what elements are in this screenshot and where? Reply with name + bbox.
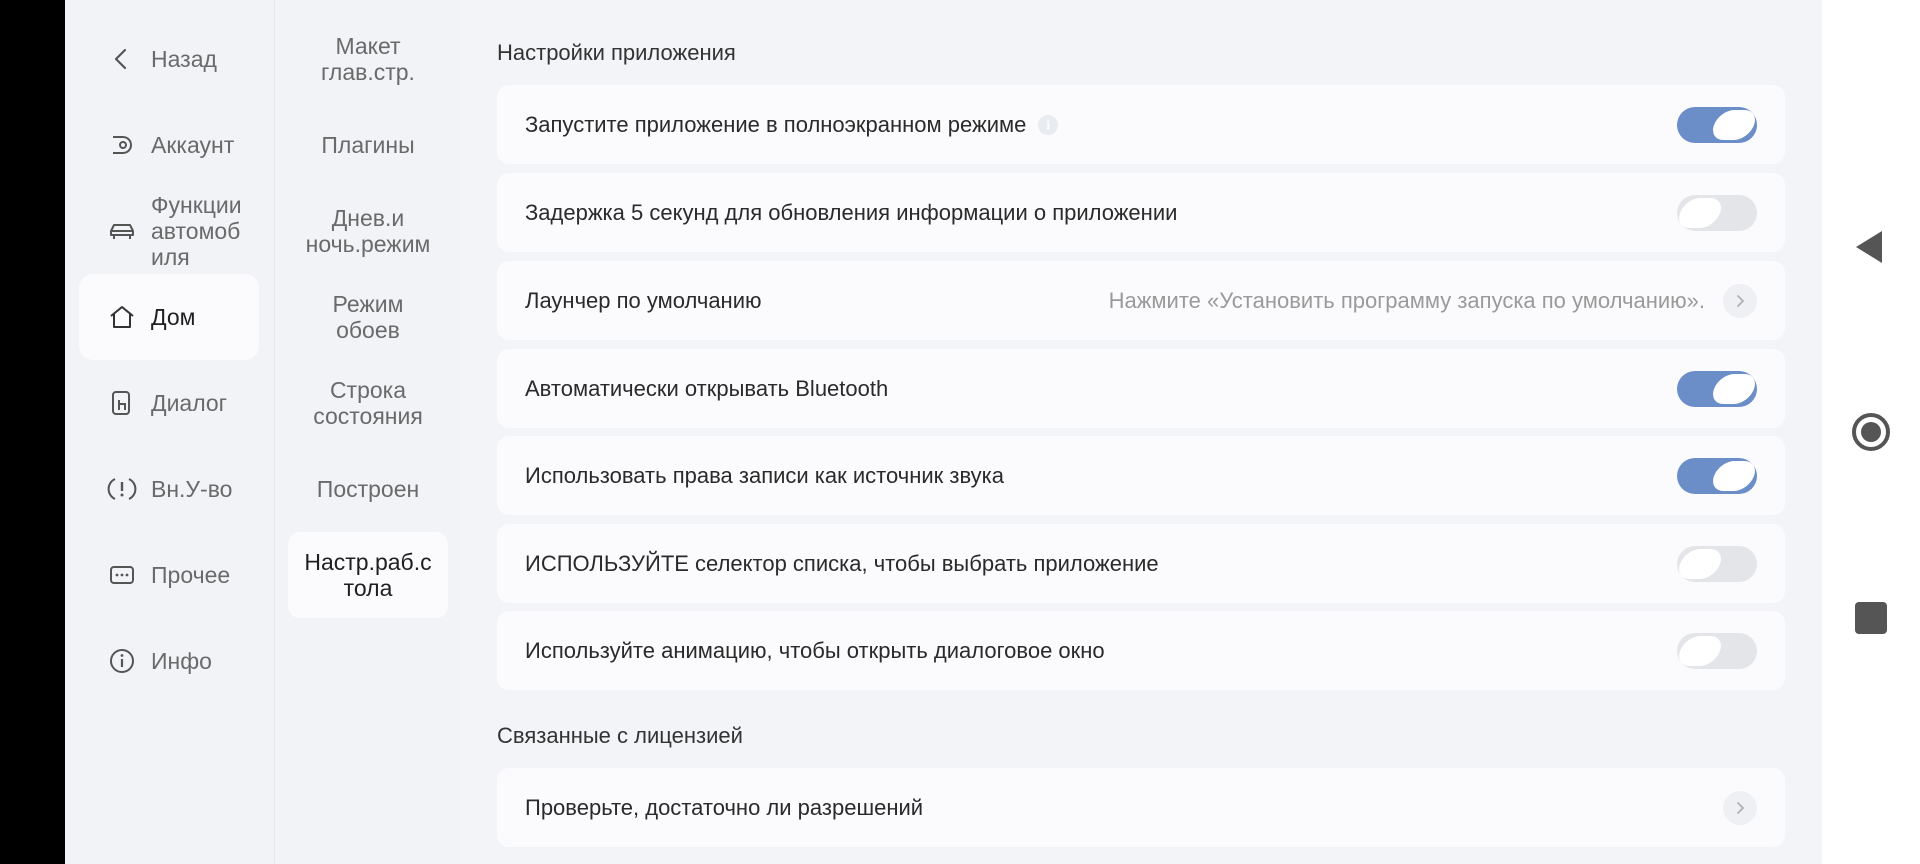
- recents-square-icon[interactable]: [1851, 598, 1891, 643]
- nav-label: Прочее: [151, 562, 231, 588]
- toggle-switch[interactable]: [1674, 194, 1757, 231]
- chevron-right-icon[interactable]: [1723, 790, 1757, 825]
- nav-other[interactable]: Прочее: [79, 532, 259, 618]
- home-circle-icon[interactable]: [1851, 412, 1891, 457]
- subnav-wallpaper[interactable]: Режим обоев: [288, 274, 448, 360]
- nav-label: Дом: [151, 304, 196, 330]
- setting-label: Задержка 5 секунд для обновления информа…: [525, 199, 1178, 225]
- car-icon: [102, 211, 142, 251]
- setting-row-bluetooth[interactable]: Автоматически открывать Bluetooth: [497, 349, 1785, 428]
- back-chevron-icon: [102, 39, 142, 79]
- nav-account[interactable]: Аккаунт: [79, 102, 259, 188]
- nav-dialog[interactable]: Диалог: [79, 360, 259, 446]
- settings-main: Настройки приложения Запустите приложени…: [461, 0, 1822, 864]
- account-icon: [102, 125, 142, 165]
- setting-label: Проверьте, достаточно ли разрешений: [525, 794, 924, 820]
- nav-external-device[interactable]: Вн.У-во: [79, 446, 259, 532]
- nav-car-functions[interactable]: Функции автомоб иля: [79, 188, 259, 274]
- subnav-status-bar[interactable]: Строка состояния: [288, 360, 448, 446]
- chevron-right-icon[interactable]: [1723, 283, 1757, 318]
- setting-label: Автоматически открывать Bluetooth: [525, 375, 889, 401]
- setting-label: Использовать права записи как источник з…: [525, 462, 1005, 488]
- nav-info[interactable]: Инфо: [79, 618, 259, 704]
- toggle-switch[interactable]: [1677, 457, 1760, 494]
- section-title-license: Связанные с лицензией: [497, 723, 743, 748]
- nav-home[interactable]: Дом: [79, 274, 259, 360]
- settings-subnav: Макет глав.стр. Плагины Днев.и ночь.режи…: [275, 0, 461, 864]
- subnav-desktop-settings[interactable]: Настр.раб.с тола: [288, 532, 448, 618]
- setting-row-delay[interactable]: Задержка 5 секунд для обновления информа…: [497, 173, 1785, 252]
- more-icon: [102, 555, 142, 595]
- subnav-plugins[interactable]: Плагины: [288, 102, 448, 188]
- system-navigation-bar: [1822, 0, 1920, 864]
- subnav-build[interactable]: Построен: [288, 446, 448, 532]
- settings-nav: Назад Аккаунт Функции автомоб иля Дом Ди…: [65, 0, 275, 864]
- info-icon: [102, 641, 142, 681]
- alert-icon: [102, 469, 142, 509]
- subnav-home-layout[interactable]: Макет глав.стр.: [288, 16, 448, 102]
- nav-label: Функции автомоб иля: [151, 192, 242, 270]
- nav-back[interactable]: Назад: [79, 16, 259, 102]
- back-triangle-icon[interactable]: [1851, 227, 1891, 272]
- setting-row-fullscreen[interactable]: Запустите приложение в полноэкранном реж…: [497, 85, 1785, 164]
- nav-label: Вн.У-во: [151, 476, 233, 502]
- nav-label: Назад: [151, 46, 217, 72]
- toggle-switch[interactable]: [1674, 632, 1757, 669]
- setting-label: Запустите приложение в полноэкранном реж…: [525, 111, 1027, 137]
- home-icon: [102, 297, 142, 337]
- setting-label: Лаунчер по умолчанию: [525, 287, 762, 313]
- info-dot-icon[interactable]: i: [1038, 114, 1059, 135]
- toggle-switch[interactable]: [1674, 545, 1757, 582]
- setting-label: ИСПОЛЬЗУЙТЕ селектор списка, чтобы выбра…: [525, 550, 1159, 576]
- setting-row-default-launcher[interactable]: Лаунчер по умолчанию Нажмите «Установить…: [497, 261, 1785, 340]
- dialog-icon: [102, 383, 142, 423]
- subnav-day-night[interactable]: Днев.и ночь.режим: [288, 188, 448, 274]
- setting-row-list-selector[interactable]: ИСПОЛЬЗУЙТЕ селектор списка, чтобы выбра…: [497, 524, 1785, 603]
- nav-label: Диалог: [151, 390, 228, 416]
- setting-row-dialog-animation[interactable]: Используйте анимацию, чтобы открыть диал…: [497, 611, 1785, 690]
- nav-label: Инфо: [151, 648, 212, 674]
- section-title-app: Настройки приложения: [497, 40, 736, 65]
- nav-label: Аккаунт: [151, 132, 235, 158]
- toggle-switch[interactable]: [1677, 106, 1760, 143]
- setting-row-record-audio[interactable]: Использовать права записи как источник з…: [497, 436, 1785, 515]
- setting-label: Используйте анимацию, чтобы открыть диал…: [525, 637, 1105, 663]
- setting-row-check-permissions[interactable]: Проверьте, достаточно ли разрешений: [497, 768, 1785, 847]
- setting-hint: Нажмите «Установить программу запуска по…: [1108, 287, 1705, 313]
- toggle-switch[interactable]: [1677, 370, 1760, 407]
